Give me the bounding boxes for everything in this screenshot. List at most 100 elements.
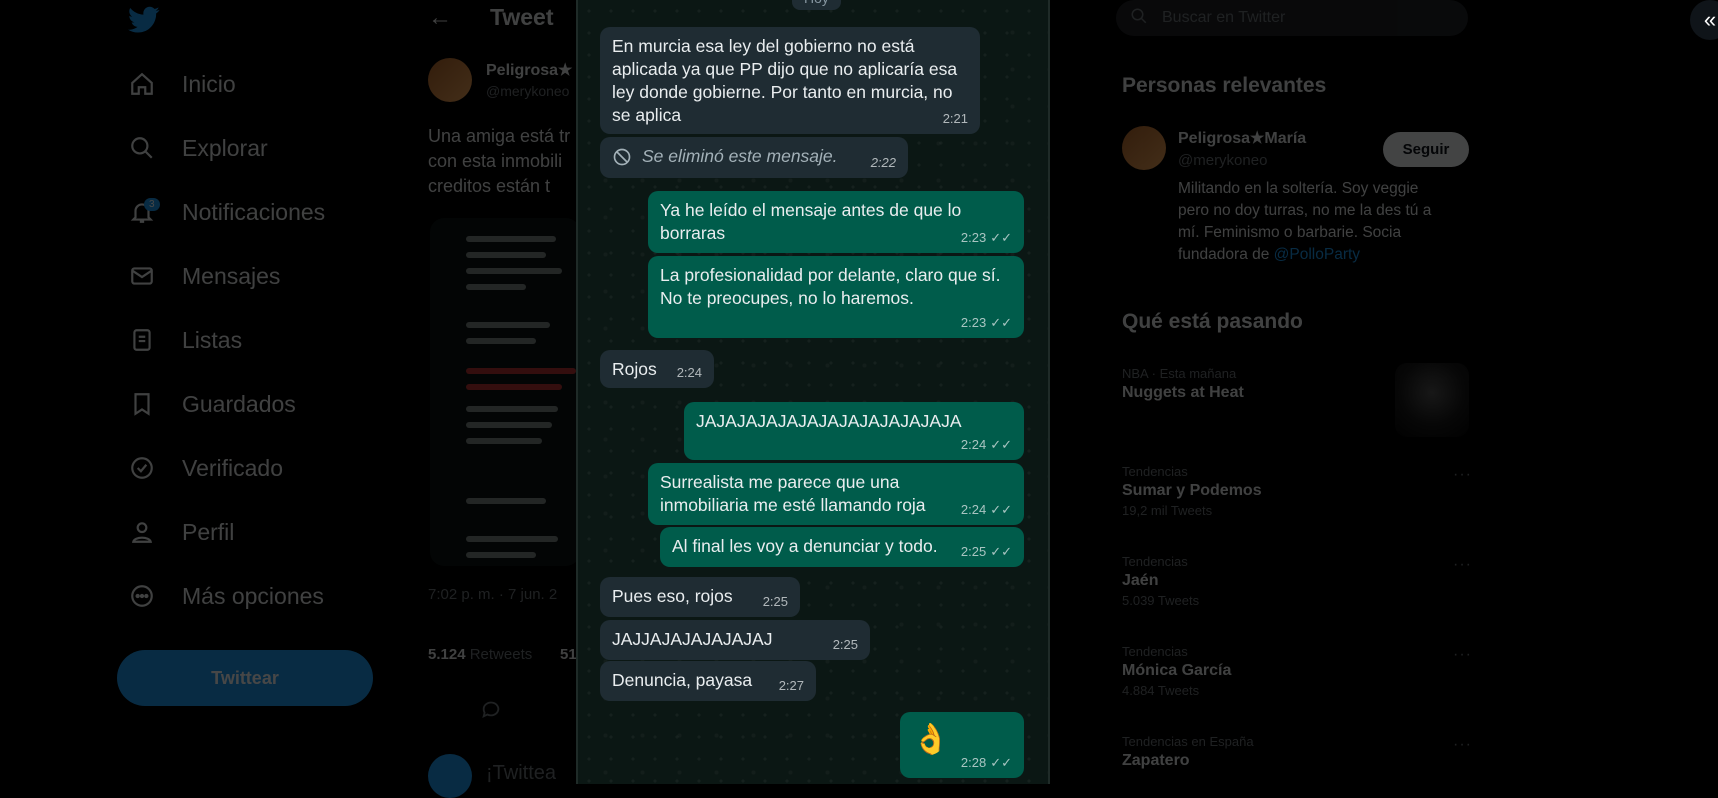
trend-count: 19,2 mil Tweets bbox=[1122, 503, 1213, 518]
message-time: 2:23 bbox=[960, 230, 987, 245]
date-chip: Hoy bbox=[792, 0, 841, 10]
trend-meta: Tendencias bbox=[1122, 554, 1188, 569]
bell-icon: 3 bbox=[128, 198, 160, 226]
message-time: 2:21 bbox=[942, 111, 968, 126]
message-text: Surrealista me parece que una inmobiliar… bbox=[660, 472, 926, 515]
likes-count[interactable]: 51 bbox=[560, 646, 577, 663]
more-options-icon[interactable]: ··· bbox=[1453, 736, 1472, 754]
user-avatar bbox=[428, 754, 472, 798]
nav-label: Inicio bbox=[182, 70, 236, 97]
relevant-name[interactable]: Peligrosa★María bbox=[1178, 128, 1306, 148]
twitter-bird-icon[interactable] bbox=[128, 6, 160, 39]
message-time: 2:25 bbox=[832, 637, 858, 652]
nav-item-notificaciones[interactable]: 3 Notificaciones bbox=[128, 192, 325, 232]
trend-name: Nuggets at Heat bbox=[1122, 384, 1244, 401]
bio-link[interactable]: @PolloParty bbox=[1274, 246, 1360, 263]
page-title: Tweet bbox=[490, 4, 554, 30]
chat-message-incoming: Rojos 2:24 bbox=[600, 350, 714, 388]
nav-label: Mensajes bbox=[182, 262, 281, 289]
search-icon bbox=[1130, 7, 1148, 30]
back-arrow-icon[interactable]: ← bbox=[428, 4, 452, 32]
trend-item[interactable]: Tendencias Jaén 5.039 Tweets ··· bbox=[1122, 554, 1472, 608]
double-check-icon: ✓✓ bbox=[990, 437, 1012, 452]
message-time: 2:24 bbox=[960, 502, 987, 517]
bookmark-icon bbox=[128, 390, 156, 418]
retweet-number: 5.124 bbox=[428, 646, 466, 663]
trend-item[interactable]: NBA · Esta mañana Nuggets at Heat bbox=[1122, 366, 1472, 402]
search-box[interactable] bbox=[1116, 0, 1468, 36]
relevant-avatar[interactable] bbox=[1122, 126, 1166, 170]
message-time: 2:24 bbox=[960, 437, 987, 452]
more-options-icon[interactable]: ··· bbox=[1453, 556, 1472, 574]
retweet-count[interactable]: 5.124 Retweets bbox=[428, 646, 532, 663]
trend-item[interactable]: Tendencias en España Zapatero ··· bbox=[1122, 734, 1472, 770]
tweet-date[interactable]: 7:02 p. m. · 7 jun. 2 bbox=[428, 586, 557, 603]
chat-message-outgoing: JAJAJAJAJAJAJAJAJAJAJAJAJA 2:24 ✓✓ bbox=[684, 402, 1024, 460]
message-text: Pues eso, rojos bbox=[612, 586, 733, 606]
nav-label: Verificado bbox=[182, 454, 284, 481]
chat-message-outgoing: Al final les voy a denunciar y todo. 2:2… bbox=[660, 527, 1024, 567]
relevant-handle[interactable]: @merykoneo bbox=[1178, 152, 1267, 169]
message-text: En murcia esa ley del gobierno no está a… bbox=[612, 36, 958, 125]
tweet-media-thumbnail[interactable] bbox=[430, 218, 580, 566]
chat-message-outgoing: Ya he leído el mensaje antes de que lo b… bbox=[648, 191, 1024, 253]
verified-icon bbox=[128, 454, 156, 482]
home-icon bbox=[128, 70, 156, 98]
chat-message-incoming: Denuncia, payasa 2:27 bbox=[600, 661, 816, 701]
nav-item-inicio[interactable]: Inicio bbox=[128, 64, 236, 104]
tweet-button[interactable]: Twittear bbox=[117, 650, 373, 706]
trends-title: Qué está pasando bbox=[1122, 310, 1303, 333]
nav-label: Listas bbox=[182, 326, 243, 353]
person-icon bbox=[128, 518, 156, 546]
bio-text: Militando en la soltería. Soy veggie per… bbox=[1178, 180, 1432, 263]
message-text: La profesionalidad por delante, claro qu… bbox=[660, 265, 1001, 308]
trend-count: 5.039 Tweets bbox=[1122, 593, 1200, 608]
collapse-panel-icon[interactable]: « bbox=[1690, 0, 1718, 40]
nav-label: Guardados bbox=[182, 390, 296, 417]
nav-label: Explorar bbox=[182, 134, 268, 161]
more-options-icon[interactable]: ··· bbox=[1453, 646, 1472, 664]
more-circle-icon bbox=[128, 582, 156, 610]
retweet-label: Retweets bbox=[469, 646, 533, 663]
search-input[interactable] bbox=[1160, 8, 1444, 28]
message-time: 2:22 bbox=[870, 155, 896, 170]
nav-item-listas[interactable]: Listas bbox=[128, 320, 242, 360]
nav-item-guardados[interactable]: Guardados bbox=[128, 384, 296, 424]
nav-item-explorar[interactable]: Explorar bbox=[128, 128, 268, 168]
double-check-icon: ✓✓ bbox=[990, 755, 1012, 770]
tweet-text: Una amiga está tr con esta inmobili cred… bbox=[428, 126, 571, 196]
message-time: 2:23 bbox=[960, 315, 987, 330]
nav-item-perfil[interactable]: Perfil bbox=[128, 512, 234, 552]
message-text: JAJAJAJAJAJAJAJAJAJAJAJAJA bbox=[696, 411, 962, 431]
more-options-icon[interactable]: ··· bbox=[1453, 466, 1472, 484]
author-handle[interactable]: @merykoneo bbox=[486, 83, 569, 99]
trend-name: Jaén bbox=[1122, 572, 1159, 589]
author-name[interactable]: Peligrosa★ bbox=[486, 60, 572, 80]
message-text: Denuncia, payasa bbox=[612, 670, 753, 690]
author-avatar[interactable] bbox=[428, 58, 472, 102]
double-check-icon: ✓✓ bbox=[990, 544, 1012, 559]
trend-meta: Tendencias en España bbox=[1122, 734, 1254, 749]
trend-meta: Tendencias bbox=[1122, 464, 1188, 479]
double-check-icon: ✓✓ bbox=[990, 315, 1012, 330]
trend-meta: NBA · Esta mañana bbox=[1122, 366, 1237, 381]
message-time: 2:25 bbox=[960, 544, 987, 559]
nav-item-mas-opciones[interactable]: Más opciones bbox=[128, 576, 324, 616]
trend-image[interactable] bbox=[1395, 363, 1469, 437]
nav-item-verificado[interactable]: Verificado bbox=[128, 448, 283, 488]
chat-message-incoming: Pues eso, rojos 2:25 bbox=[600, 577, 800, 617]
message-time: 2:25 bbox=[762, 594, 788, 609]
relevant-people-title: Personas relevantes bbox=[1122, 74, 1327, 97]
chat-message-outgoing: Surrealista me parece que una inmobiliar… bbox=[648, 463, 1024, 525]
mail-icon bbox=[128, 262, 156, 290]
reply-icon[interactable] bbox=[480, 698, 502, 725]
image-viewer[interactable]: Hoy En murcia esa ley del gobierno no es… bbox=[576, 0, 1050, 784]
reply-prompt[interactable]: ¡Twittea bbox=[486, 762, 556, 785]
chat-message-outgoing: La profesionalidad por delante, claro qu… bbox=[648, 256, 1024, 338]
message-text: Se eliminó este mensaje. bbox=[642, 146, 838, 166]
nav-item-mensajes[interactable]: Mensajes bbox=[128, 256, 280, 296]
trend-item[interactable]: Tendencias Sumar y Podemos 19,2 mil Twee… bbox=[1122, 464, 1472, 518]
trend-item[interactable]: Tendencias Mónica García 4.884 Tweets ··… bbox=[1122, 644, 1472, 698]
message-text: Ya he leído el mensaje antes de que lo b… bbox=[660, 200, 962, 243]
follow-button[interactable]: Seguir bbox=[1383, 132, 1469, 167]
